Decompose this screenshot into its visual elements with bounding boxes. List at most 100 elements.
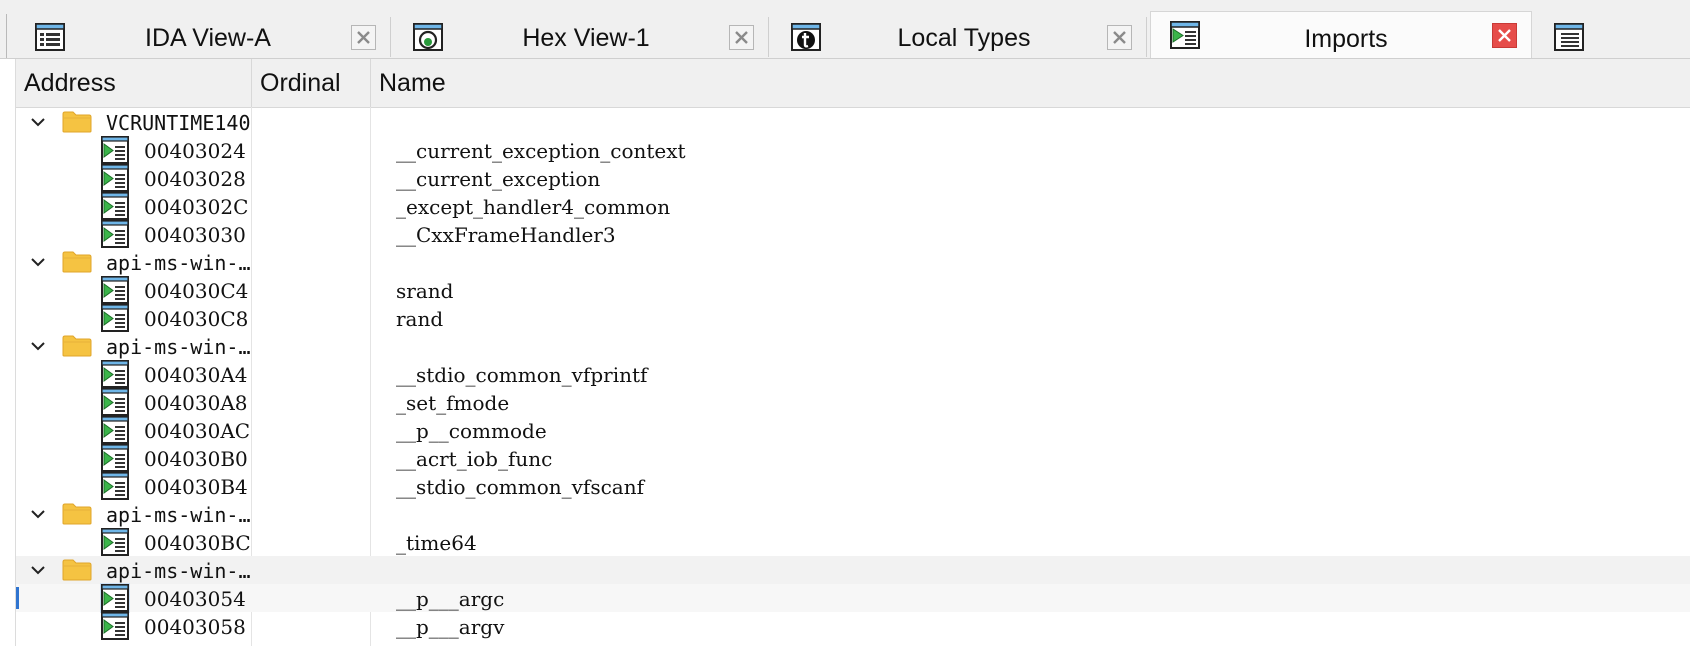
tab-local-types[interactable]: Local Types bbox=[772, 17, 1147, 57]
tree-group-row[interactable]: api-ms-win-… bbox=[16, 556, 1690, 584]
tree-group-row[interactable]: api-ms-win-… bbox=[16, 248, 1690, 276]
import-row[interactable]: 004030C8 rand bbox=[16, 304, 1690, 332]
import-name: __stdio_common_vfscanf bbox=[396, 475, 645, 499]
chevron-down-icon[interactable] bbox=[30, 338, 46, 354]
chevron-down-icon[interactable] bbox=[30, 562, 46, 578]
import-row[interactable]: 00403054 __p___argc bbox=[16, 583, 1690, 613]
imported-function-icon bbox=[101, 388, 129, 416]
import-row[interactable]: 004030B4 __stdio_common_vfscanf bbox=[16, 472, 1690, 500]
import-name: __CxxFrameHandler3 bbox=[396, 223, 616, 247]
column-header-address[interactable]: Address bbox=[24, 69, 116, 98]
imported-function-icon bbox=[101, 360, 129, 388]
column-header-name[interactable]: Name bbox=[379, 69, 446, 98]
imported-function-icon bbox=[101, 164, 129, 192]
imported-function-icon bbox=[100, 583, 130, 613]
import-row[interactable]: 0040302C _except_handler4_common bbox=[16, 192, 1690, 220]
close-icon bbox=[1498, 29, 1511, 42]
import-address: 00403054 bbox=[144, 587, 246, 611]
tab-hex-view-1[interactable]: Hex View-1 bbox=[394, 17, 769, 57]
import-name: __p___argc bbox=[396, 587, 505, 611]
import-name: __stdio_common_vfprintf bbox=[396, 363, 648, 387]
tab-ida-view-a[interactable]: IDA View-A bbox=[16, 17, 391, 57]
import-row[interactable]: 00403030 __CxxFrameHandler3 bbox=[16, 220, 1690, 248]
import-row[interactable]: 004030BC _time64 bbox=[16, 528, 1690, 556]
module-name: api-ms-win-… bbox=[106, 503, 251, 527]
module-name: api-ms-win-… bbox=[106, 559, 251, 583]
folder-icon bbox=[62, 559, 92, 581]
close-tab-button[interactable] bbox=[1107, 25, 1132, 50]
import-name: __current_exception_context bbox=[396, 139, 686, 163]
imported-function-icon bbox=[101, 444, 129, 472]
import-address: 004030C8 bbox=[144, 307, 249, 331]
import-name: __p___argv bbox=[396, 615, 505, 639]
chevron-down-icon[interactable] bbox=[30, 254, 46, 270]
close-icon bbox=[357, 31, 370, 44]
close-tab-button[interactable] bbox=[1492, 23, 1517, 48]
selection-marker bbox=[16, 587, 19, 609]
import-row[interactable]: 004030A4 __stdio_common_vfprintf bbox=[16, 360, 1690, 388]
chevron-down-icon[interactable] bbox=[30, 114, 46, 130]
import-row[interactable]: 004030A8 _set_fmode bbox=[16, 388, 1690, 416]
column-divider[interactable] bbox=[370, 59, 371, 107]
column-header-row: Address Ordinal Name bbox=[16, 59, 1690, 108]
tab-bar: IDA View-A Hex View-1 Local Types Import… bbox=[0, 0, 1690, 59]
module-name: api-ms-win-… bbox=[106, 335, 251, 359]
module-name: VCRUNTIME140 bbox=[106, 111, 251, 135]
module-name: api-ms-win-… bbox=[106, 251, 251, 275]
imported-function-icon bbox=[101, 416, 129, 444]
import-name: _time64 bbox=[396, 531, 477, 555]
import-address: 004030C4 bbox=[144, 279, 249, 303]
close-tab-button[interactable] bbox=[351, 25, 376, 50]
column-divider[interactable] bbox=[251, 59, 252, 107]
tree-group-row[interactable]: api-ms-win-… bbox=[16, 500, 1690, 528]
folder-icon bbox=[62, 251, 92, 273]
import-address: 004030B0 bbox=[144, 447, 248, 471]
folder-icon bbox=[62, 503, 92, 525]
imported-function-icon bbox=[101, 136, 129, 164]
import-row[interactable]: 00403024 __current_exception_context bbox=[16, 136, 1690, 164]
tab-imports[interactable]: Imports bbox=[1150, 11, 1532, 58]
import-address: 00403028 bbox=[144, 167, 246, 191]
tab-bar-edge bbox=[0, 14, 7, 58]
import-address: 004030BC bbox=[144, 531, 251, 555]
list-view-icon bbox=[1554, 23, 1584, 51]
import-name: srand bbox=[396, 279, 454, 303]
import-address: 004030B4 bbox=[144, 475, 248, 499]
tab-overflow[interactable] bbox=[1535, 17, 1690, 57]
import-row[interactable]: 00403028 __current_exception bbox=[16, 164, 1690, 192]
import-row[interactable]: 004030AC __p__commode bbox=[16, 416, 1690, 444]
import-address: 004030A8 bbox=[144, 391, 248, 415]
tree-group-row[interactable]: VCRUNTIME140 bbox=[16, 108, 1690, 136]
import-name: _except_handler4_common bbox=[396, 195, 671, 219]
import-name: rand bbox=[396, 307, 444, 331]
hex-view-icon bbox=[413, 23, 443, 51]
close-icon bbox=[735, 31, 748, 44]
chevron-down-icon[interactable] bbox=[30, 506, 46, 522]
ida-view-icon bbox=[35, 23, 65, 51]
close-icon bbox=[1113, 31, 1126, 44]
imported-function-icon bbox=[101, 612, 129, 640]
import-address: 004030A4 bbox=[144, 363, 248, 387]
imported-function-icon bbox=[101, 528, 129, 556]
imports-tree[interactable]: VCRUNTIME140 00403024 __current_exception_… bbox=[16, 108, 1690, 640]
tab-label: Local Types bbox=[897, 24, 1031, 52]
import-address: 00403024 bbox=[144, 139, 246, 163]
imports-icon bbox=[1170, 21, 1200, 49]
imported-function-icon bbox=[101, 220, 129, 248]
import-name: _set_fmode bbox=[396, 391, 510, 415]
import-row[interactable]: 004030B0 __acrt_iob_func bbox=[16, 444, 1690, 472]
import-address: 00403058 bbox=[144, 615, 246, 639]
imported-function-icon bbox=[101, 472, 129, 500]
tab-label: Imports bbox=[1304, 25, 1388, 53]
import-row[interactable]: 00403058 __p___argv bbox=[16, 612, 1690, 640]
column-header-ordinal[interactable]: Ordinal bbox=[260, 69, 341, 98]
close-tab-button[interactable] bbox=[729, 25, 754, 50]
import-name: __current_exception bbox=[396, 167, 601, 191]
imported-function-icon bbox=[101, 304, 129, 332]
import-row[interactable]: 004030C4 srand bbox=[16, 276, 1690, 304]
imported-function-icon bbox=[101, 276, 129, 304]
import-address: 0040302C bbox=[144, 195, 249, 219]
tree-group-row[interactable]: api-ms-win-… bbox=[16, 332, 1690, 360]
folder-icon bbox=[62, 335, 92, 357]
imported-function-icon bbox=[101, 192, 129, 220]
